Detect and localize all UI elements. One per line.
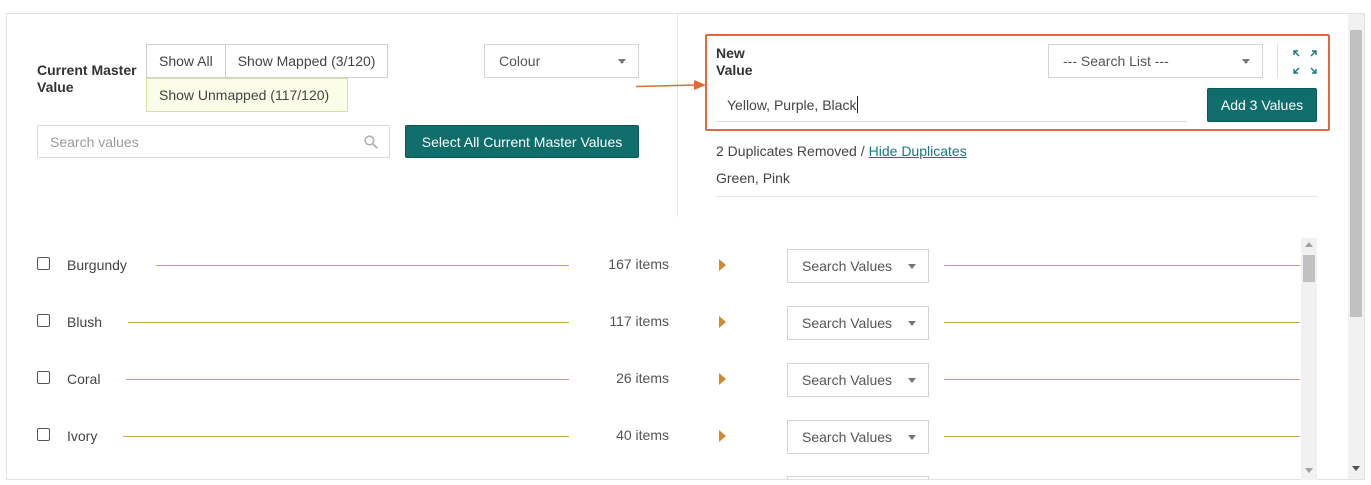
play-arrow-icon [719,316,726,328]
expand-arrows-icon[interactable] [1292,49,1318,75]
chevron-down-icon [908,435,916,440]
connector-line [126,379,569,380]
hide-duplicates-link[interactable]: Hide Duplicates [869,143,967,159]
connector-line [944,436,1300,437]
row-name: Ivory [67,428,98,444]
row-count: 117 items [609,313,669,329]
select-all-master-values-button[interactable]: Select All Current Master Values [405,125,639,158]
connector-line [128,322,569,323]
row-checkbox[interactable] [37,314,50,327]
row-checkbox[interactable] [37,257,50,270]
row-count: 40 items [616,427,669,443]
search-values-field[interactable] [37,125,390,158]
row-select-value: Search Values [802,315,893,331]
scroll-down-icon[interactable] [1305,468,1313,473]
duplicate-values: Green, Pink [716,170,790,186]
search-list-value: --- Search List --- [1063,53,1169,69]
search-list-select[interactable]: --- Search List --- [1048,44,1263,78]
connector-line [123,436,569,437]
add-values-button[interactable]: Add 3 Values [1207,88,1317,122]
row-search-values-select[interactable]: Search Values [787,420,929,454]
play-arrow-icon [719,373,726,385]
row-search-values-select-partial[interactable] [787,476,929,480]
row-search-values-select[interactable]: Search Values [787,249,929,283]
scroll-up-icon[interactable] [1305,242,1313,247]
row-select-value: Search Values [802,429,893,445]
chevron-down-icon [618,59,626,64]
connector-line [944,322,1300,323]
current-master-value-label: Current Master Value [37,62,137,95]
text-cursor [857,96,859,113]
attribute-select-value: Colour [499,53,541,69]
search-icon [364,135,378,149]
play-arrow-icon [719,259,726,271]
row-count: 167 items [608,256,669,272]
row-name: Burgundy [67,257,127,273]
toolbar-separator [1277,44,1278,78]
new-value-underline [716,121,1187,122]
chevron-down-icon [908,378,916,383]
duplicates-divider [716,196,1318,197]
chevron-down-icon [1242,59,1250,64]
show-mapped-button[interactable]: Show Mapped (3/120) [225,44,389,78]
play-arrow-icon [719,430,726,442]
new-value-label: New Value [716,45,753,78]
duplicates-removed-line: 2 Duplicates Removed / Hide Duplicates [716,143,967,159]
chevron-down-icon [908,264,916,269]
duplicates-removed-text: 2 Duplicates Removed / [716,143,865,159]
new-value-input[interactable]: Yellow, Purple, Black [727,96,859,113]
show-all-button[interactable]: Show All [146,44,226,78]
scroll-down-icon[interactable] [1352,466,1360,471]
row-name: Coral [67,371,101,387]
connector-line [944,379,1300,380]
new-value-input-text: Yellow, Purple, Black [727,97,857,113]
list-scrollbar-thumb[interactable] [1303,255,1315,282]
row-count: 26 items [616,370,669,386]
filter-button-group: Show All Show Mapped (3/120) [146,44,389,78]
row-search-values-select[interactable]: Search Values [787,363,929,397]
connector-line [944,265,1300,266]
arrow-right-icon [636,80,706,90]
attribute-select[interactable]: Colour [484,44,639,78]
search-values-input[interactable] [38,126,338,157]
row-select-value: Search Values [802,372,893,388]
row-search-values-select[interactable]: Search Values [787,306,929,340]
row-checkbox[interactable] [37,428,50,441]
panel-divider [677,14,678,217]
row-select-value: Search Values [802,258,893,274]
page-scrollbar-thumb[interactable] [1350,30,1362,317]
connector-line [156,265,569,266]
row-checkbox[interactable] [37,371,50,384]
chevron-down-icon [908,321,916,326]
row-name: Blush [67,314,103,330]
show-unmapped-button[interactable]: Show Unmapped (117/120) [146,78,348,112]
